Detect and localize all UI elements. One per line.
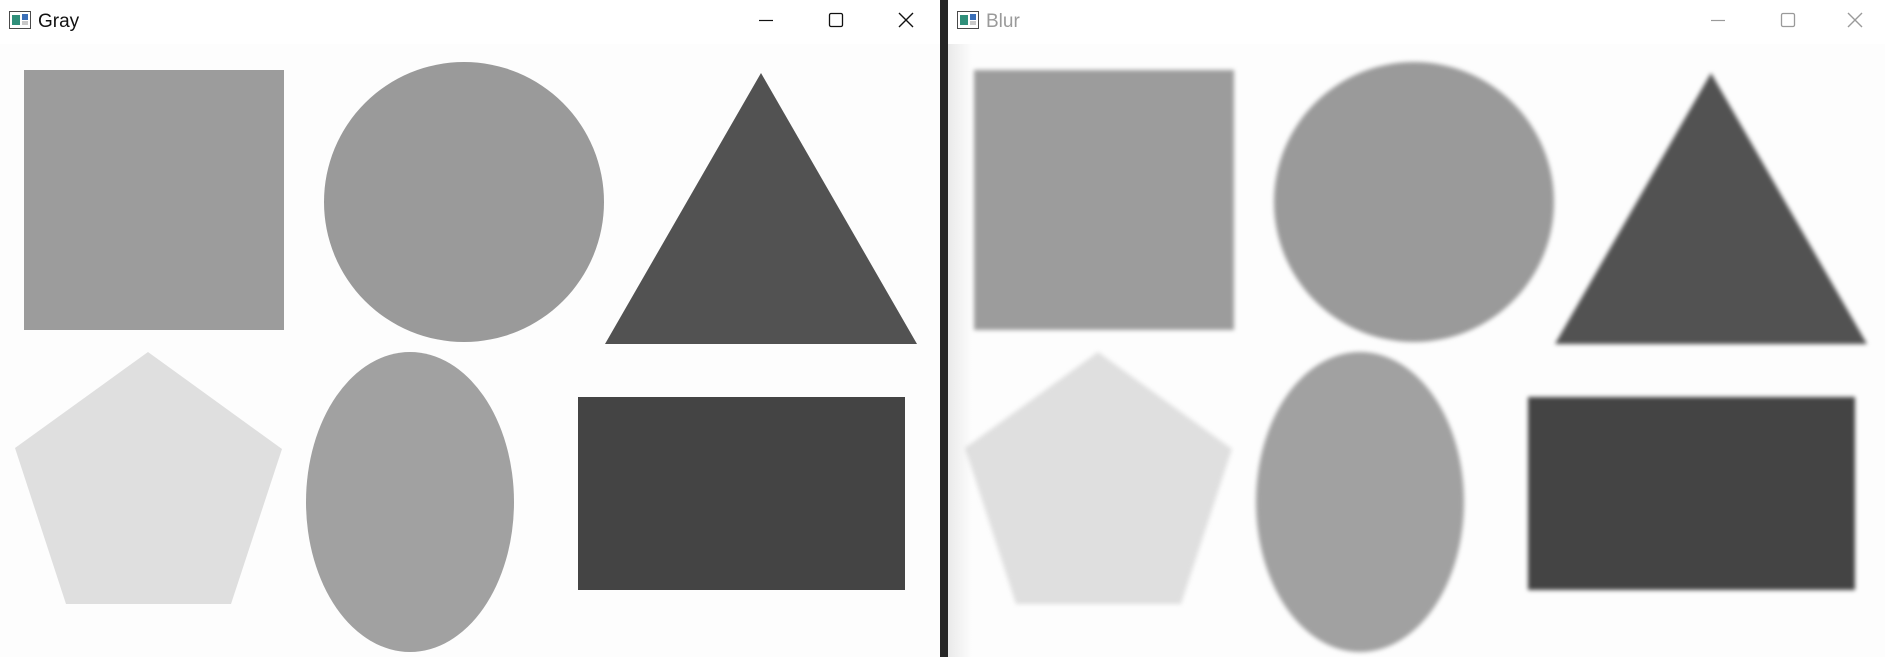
- shape-ellipse: [1256, 352, 1464, 652]
- maximize-button[interactable]: [1758, 0, 1818, 40]
- blur-window[interactable]: Blur: [948, 0, 1885, 657]
- shape-triangle: [1555, 73, 1867, 344]
- shape-pentagon: [965, 352, 1232, 604]
- shape-circle: [324, 62, 604, 342]
- close-icon: [1847, 12, 1863, 28]
- minimize-icon: [759, 19, 773, 22]
- shape-pentagon: [15, 352, 282, 604]
- close-button[interactable]: [1825, 0, 1885, 40]
- shape-square: [24, 70, 284, 330]
- window-title: Gray: [38, 11, 80, 32]
- shape-triangle: [605, 73, 917, 344]
- maximize-icon: [1780, 12, 1796, 28]
- shape-rectangle: [1528, 397, 1855, 590]
- window-edge-shadow: [948, 44, 972, 657]
- close-icon: [898, 12, 914, 28]
- shape-rectangle: [578, 397, 905, 590]
- title-bar[interactable]: Gray: [0, 0, 940, 44]
- window-divider: [940, 0, 948, 657]
- image-canvas: [948, 44, 1885, 657]
- shape-square: [974, 70, 1234, 330]
- close-button[interactable]: [876, 0, 936, 40]
- shape-circle: [1274, 62, 1554, 342]
- title-bar[interactable]: Blur: [948, 0, 1885, 44]
- shape-ellipse: [306, 352, 514, 652]
- minimize-button[interactable]: [736, 0, 796, 40]
- minimize-icon: [1711, 19, 1725, 22]
- minimize-button[interactable]: [1688, 0, 1748, 40]
- window-title: Blur: [986, 11, 1020, 32]
- image-canvas: [0, 44, 940, 657]
- maximize-button[interactable]: [806, 0, 866, 40]
- gray-window[interactable]: Gray: [0, 0, 940, 657]
- opencv-window-icon: [9, 11, 31, 29]
- maximize-icon: [828, 12, 844, 28]
- opencv-window-icon: [957, 11, 979, 29]
